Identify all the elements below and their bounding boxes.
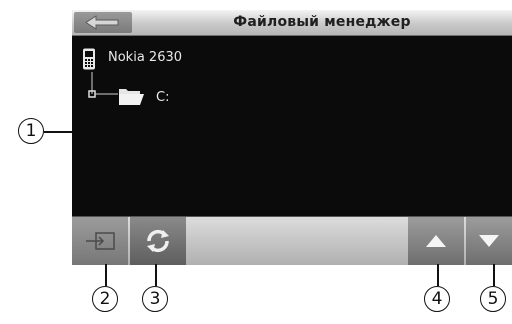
- exit-icon: [86, 232, 115, 250]
- device-label: Nokia 2630: [108, 50, 183, 65]
- bottom-toolbar: [72, 216, 512, 265]
- folder-icon: [119, 89, 144, 105]
- exit-button[interactable]: [72, 217, 128, 265]
- phone-icon: [83, 48, 95, 70]
- callout-2-line: [105, 264, 107, 286]
- refresh-icon: [147, 229, 169, 253]
- scroll-up-button[interactable]: [408, 217, 464, 265]
- callout-3-line: [155, 264, 157, 286]
- callout-3: 3: [142, 286, 168, 312]
- file-tree: Nokia 2630 C:: [72, 36, 512, 216]
- down-arrow-icon: [479, 235, 499, 247]
- scroll-down-button[interactable]: [466, 217, 512, 265]
- device-screen: Файловый менеджер Nokia 2630 C:: [72, 10, 512, 265]
- page-title: Файловый менеджер: [233, 14, 411, 30]
- callout-2: 2: [92, 286, 118, 312]
- back-button[interactable]: [74, 12, 132, 33]
- callout-4-line: [437, 264, 439, 286]
- callout-5: 5: [480, 286, 506, 312]
- callout-5-line: [493, 264, 495, 286]
- back-arrow-icon: [85, 15, 119, 30]
- callout-1: 1: [18, 118, 44, 144]
- drive-label: C:: [156, 90, 170, 105]
- refresh-button[interactable]: [130, 217, 186, 265]
- title-bar: Файловый менеджер: [72, 10, 512, 36]
- up-arrow-icon: [426, 235, 446, 247]
- tree-connector: [88, 72, 118, 98]
- callout-4: 4: [424, 286, 450, 312]
